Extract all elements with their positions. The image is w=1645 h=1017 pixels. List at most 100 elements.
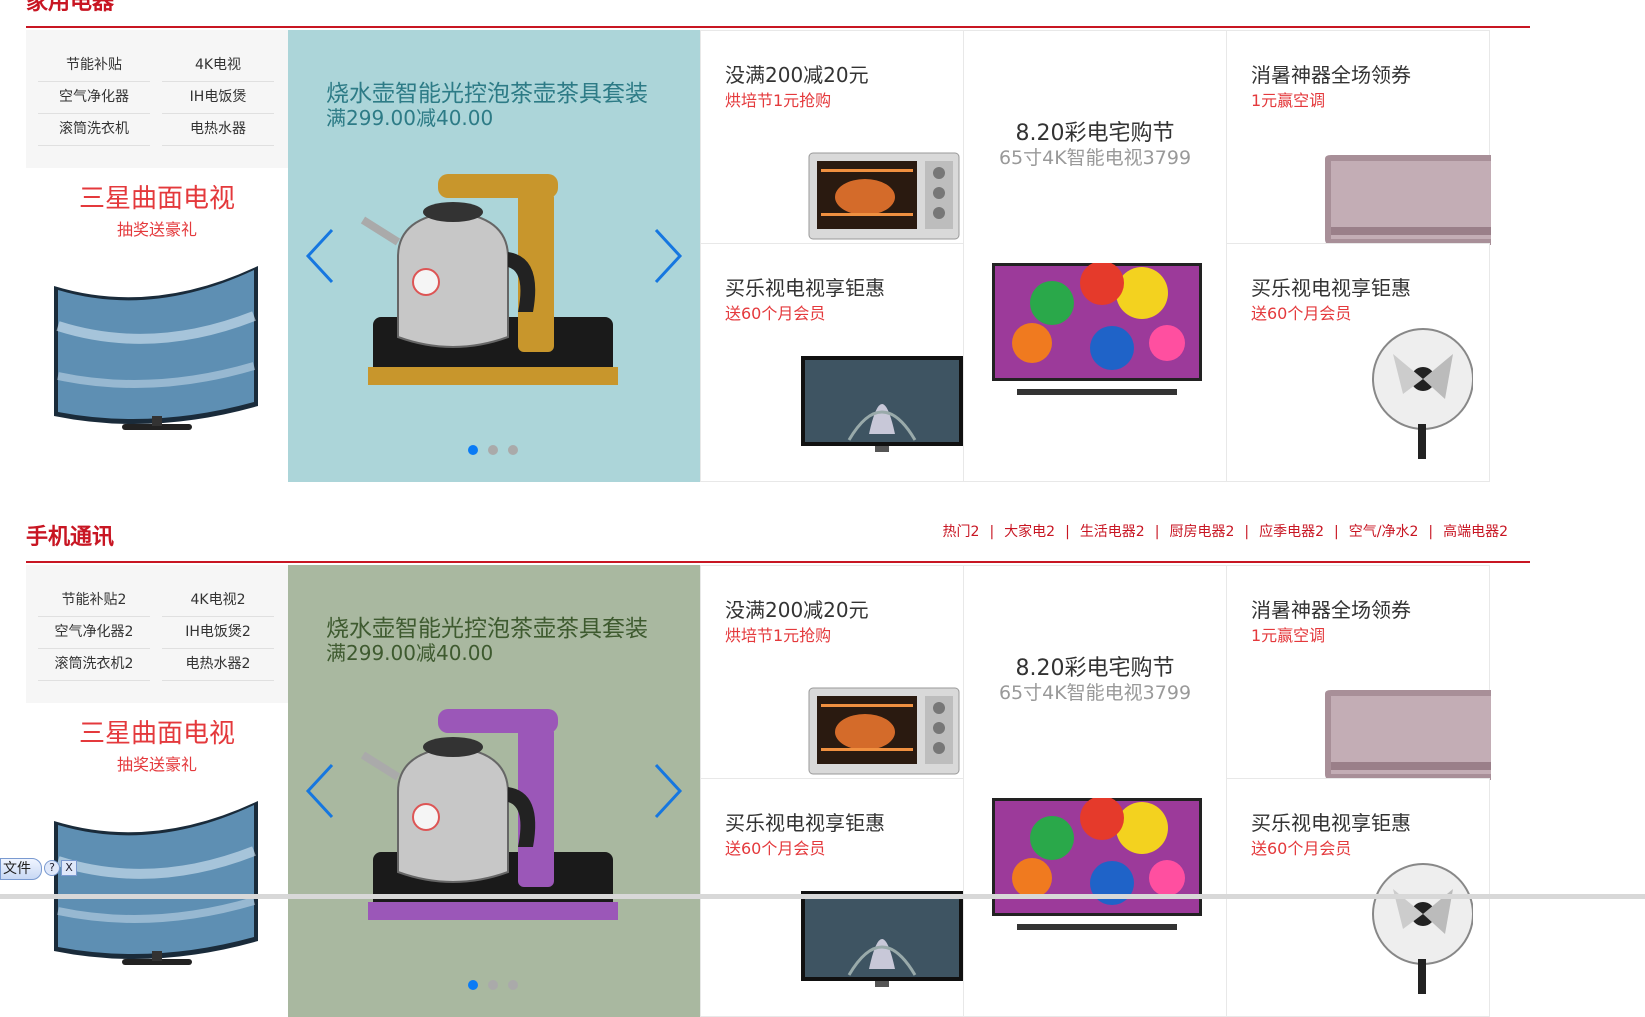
cell-subtitle: 烘培节1元抢购 bbox=[725, 626, 832, 645]
cell-title: 没满200减20元 bbox=[725, 598, 869, 622]
link-separator: | bbox=[1154, 524, 1160, 540]
carousel-dot[interactable] bbox=[468, 980, 478, 990]
carousel-subtitle: 满299.00减40.00 bbox=[326, 106, 494, 130]
floor-panel: 节能补贴 4K电视 空气净化器 IH电饭煲 滚筒洗衣机 电热水器 三星曲面电视 抽奖送豪礼 烧水… bbox=[26, 30, 1530, 482]
category-link[interactable]: 滚筒洗衣机2 bbox=[38, 647, 150, 681]
carousel-dot[interactable] bbox=[508, 445, 518, 455]
carousel-dots bbox=[468, 975, 528, 994]
section-links: 热门2 | 大家电2 | 生活电器2 | 厨房电器2 | 应季电器2 | 空气/净水2 | 高端电器2 bbox=[943, 521, 1508, 541]
cell-title: 没满200减20元 bbox=[725, 63, 869, 87]
section-title: 手机通讯 bbox=[26, 525, 115, 550]
category-link[interactable]: 4K电视2 bbox=[162, 583, 274, 617]
category-link[interactable]: 节能补贴2 bbox=[38, 583, 150, 617]
carousel-dots bbox=[468, 440, 528, 459]
cell-title: 买乐视电视享钜惠 bbox=[725, 811, 885, 835]
big-tv-image bbox=[992, 261, 1202, 398]
carousel-dot[interactable] bbox=[508, 980, 518, 990]
category-link[interactable]: 电热水器 bbox=[162, 112, 274, 146]
link-separator: | bbox=[1065, 524, 1070, 540]
category-link[interactable]: 电热水器2 bbox=[162, 647, 274, 681]
product-grid: 没满200减20元 烘培节1元抢购 买乐视电视享钜惠 送60个月会员 8.20彩电宅购节… bbox=[700, 30, 1530, 482]
link-separator: | bbox=[1244, 524, 1250, 540]
section-title: 家用电器 bbox=[26, 0, 115, 15]
arrow-left-icon[interactable] bbox=[302, 761, 338, 821]
tv-image bbox=[799, 354, 965, 454]
carousel-subtitle: 满299.00减40.00 bbox=[326, 641, 494, 665]
promo-cell-oven[interactable]: 没满200减20元烘培节1元抢购 bbox=[700, 30, 964, 244]
air-conditioner-image bbox=[1321, 688, 1491, 783]
cell-title: 买乐视电视享钜惠 bbox=[1251, 276, 1411, 300]
promo-cell-oven[interactable]: 没满200减20元烘培节1元抢购 bbox=[700, 565, 964, 779]
cell-title: 买乐视电视享钜惠 bbox=[725, 276, 885, 300]
link-separator: | bbox=[1334, 524, 1339, 540]
promo-title: 三星曲面电视 bbox=[78, 719, 235, 749]
product-grid: 没满200减20元烘培节1元抢购买乐视电视享钜惠送60个月会员 8.20彩电宅购节… bbox=[700, 565, 1530, 1017]
cell-subtitle: 烘培节1元抢购 bbox=[725, 91, 832, 110]
category-link[interactable]: IH电饭煲2 bbox=[162, 615, 274, 649]
category-link[interactable]: 4K电视 bbox=[162, 48, 274, 82]
file-widget: 文件 ? X bbox=[0, 858, 80, 880]
arrow-right-icon[interactable] bbox=[650, 761, 686, 821]
cell-subtitle: 送60个月会员 bbox=[1251, 839, 1352, 858]
center-subtitle: 65寸4K智能电视3799 bbox=[998, 147, 1192, 169]
carousel[interactable]: 烧水壶智能光控泡茶壶茶具套装 满299.00减40.00 bbox=[288, 565, 700, 1017]
category-link[interactable]: 空气净化器 bbox=[38, 80, 150, 114]
left-column: 节能补贴 4K电视 空气净化器 IH电饭煲 滚筒洗衣机 电热水器三星曲面电视抽奖送豪礼 bbox=[26, 30, 288, 482]
floor-panel: 节能补贴2 4K电视2 空气净化器2 IH电饭煲2 滚筒洗衣机2 电热水器2 三星曲面电视抽… bbox=[26, 565, 1530, 1017]
carousel-dot[interactable] bbox=[488, 980, 498, 990]
cell-subtitle: 1元赢空调 bbox=[1251, 91, 1326, 110]
category-link[interactable]: 节能补贴 bbox=[38, 48, 150, 82]
carousel-dot[interactable] bbox=[468, 445, 478, 455]
cell-title: 消暑神器全场领券 bbox=[1251, 63, 1411, 87]
center-subtitle: 65寸4K智能电视3799 bbox=[998, 682, 1192, 704]
arrow-right-icon[interactable] bbox=[650, 226, 686, 286]
promo-cell-tv[interactable]: 买乐视电视享钜惠 送60个月会员 bbox=[700, 243, 964, 482]
fan-image bbox=[1363, 859, 1474, 994]
cell-subtitle: 送60个月会员 bbox=[1251, 304, 1352, 323]
category-link[interactable]: 空气净化器2 bbox=[38, 615, 150, 649]
promo-cell-aircon[interactable]: 消暑神器全场领券 1元赢空调 bbox=[1226, 565, 1491, 780]
curved-tv-image bbox=[52, 256, 264, 446]
carousel-dot[interactable] bbox=[488, 445, 498, 455]
section-link[interactable]: 空气/净水2 bbox=[1349, 524, 1419, 540]
curved-tv-image bbox=[52, 791, 264, 981]
section-mobile-communication: 手机通讯 热门2 | 大家电2 | 生活电器2 | 厨房电器2 | 应季电器2 | 空气/净水2 | 高… bbox=[26, 505, 1530, 1017]
link-separator: | bbox=[989, 524, 995, 540]
promo-subtitle: 抽奖送豪礼 bbox=[116, 220, 197, 239]
big-tv-image bbox=[992, 796, 1202, 933]
section-home-appliances: 家用电器 节能补贴 4K电视 空气净化器 IH电饭煲 滚筒洗衣机 电热水器三星曲面电视抽奖… bbox=[26, 0, 1530, 482]
cell-subtitle: 送60个月会员 bbox=[725, 839, 826, 858]
section-link[interactable]: 应季电器2 bbox=[1259, 524, 1324, 540]
promo-cell-fan[interactable]: 买乐视电视享钜惠送60个月会员 bbox=[1226, 243, 1490, 482]
cell-title: 买乐视电视享钜惠 bbox=[1251, 811, 1411, 835]
promo-title: 三星曲面电视 bbox=[78, 184, 235, 214]
promo-cell-center[interactable]: 8.20彩电宅购节 65寸4K智能电视3799 bbox=[963, 565, 1227, 1017]
section-link[interactable]: 生活电器2 bbox=[1080, 524, 1145, 540]
promo-cell-aircon[interactable]: 消暑神器全场领券 1元赢空调 bbox=[1226, 30, 1491, 245]
section-header: 家用电器 bbox=[26, 0, 1530, 28]
section-link[interactable]: 热门2 bbox=[943, 524, 980, 540]
file-button[interactable]: 文件 bbox=[0, 858, 42, 880]
category-link[interactable]: IH电饭煲 bbox=[162, 80, 274, 114]
promo-banner[interactable]: 三星曲面电视抽奖送豪礼 bbox=[26, 168, 288, 482]
section-header: 手机通讯 热门2 | 大家电2 | 生活电器2 | 厨房电器2 | 应季电器2 | 空气/净水2 | 高… bbox=[26, 505, 1530, 563]
section-link[interactable]: 厨房电器2 bbox=[1169, 524, 1234, 540]
cell-title: 消暑神器全场领券 bbox=[1251, 598, 1411, 622]
promo-subtitle: 抽奖送豪礼 bbox=[116, 755, 197, 774]
section-link[interactable]: 大家电2 bbox=[1004, 524, 1055, 540]
oven-image bbox=[807, 149, 962, 244]
close-icon[interactable]: X bbox=[61, 860, 77, 876]
link-separator: | bbox=[1428, 524, 1434, 540]
section-link[interactable]: 高端电器2 bbox=[1443, 524, 1508, 540]
promo-cell-center[interactable]: 8.20彩电宅购节 65寸4K智能电视3799 bbox=[963, 30, 1227, 482]
category-link[interactable]: 滚筒洗衣机 bbox=[38, 112, 150, 146]
fan-image bbox=[1363, 324, 1474, 459]
left-column: 节能补贴2 4K电视2 空气净化器2 IH电饭煲2 滚筒洗衣机2 电热水器2 三星曲面电视抽… bbox=[26, 565, 288, 1017]
arrow-left-icon[interactable] bbox=[302, 226, 338, 286]
help-icon[interactable]: ? bbox=[44, 860, 60, 876]
window-bottom-edge bbox=[0, 894, 1645, 899]
kettle-image bbox=[358, 162, 628, 392]
carousel[interactable]: 烧水壶智能光控泡茶壶茶具套装 满299.00减40.00 bbox=[288, 30, 700, 482]
oven-image bbox=[807, 684, 962, 779]
cell-subtitle: 1元赢空调 bbox=[1251, 626, 1326, 645]
